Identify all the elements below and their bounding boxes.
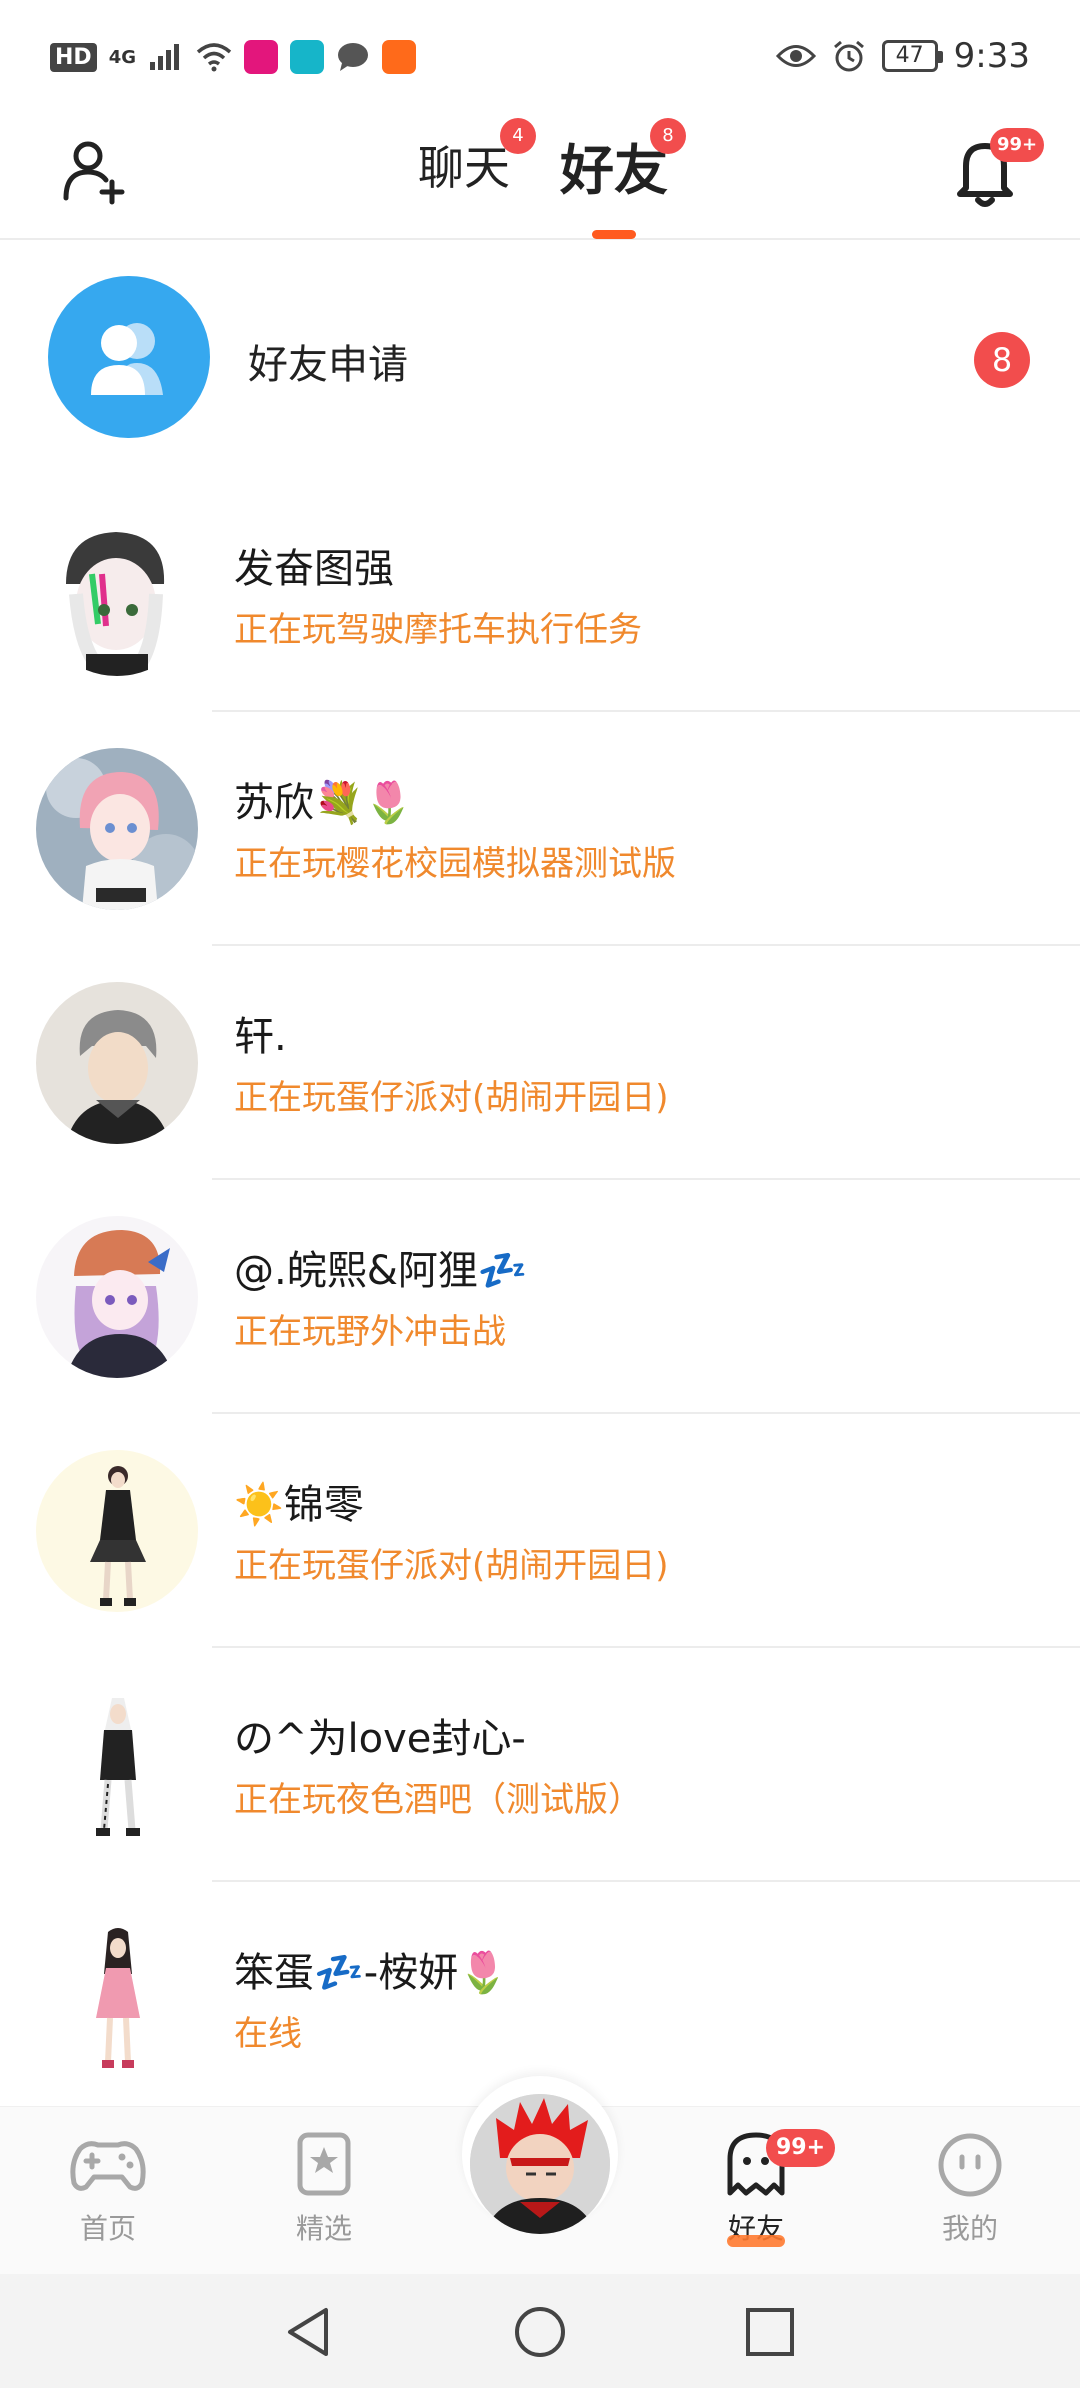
status-bar: HD 4G 47 9:33: [0, 0, 1080, 118]
message-notification-icon: [338, 43, 368, 71]
tab-chat[interactable]: 聊天: [418, 132, 510, 198]
friend-status: 正在玩蛋仔派对(胡闹开园日): [234, 1078, 669, 1118]
top-header: 聊天 4 好友 8 99+: [0, 118, 1080, 240]
center-avatar-button[interactable]: [462, 2076, 618, 2234]
friend-status: 正在玩樱花校园模拟器测试版: [234, 844, 676, 884]
friend-request-avatar: [48, 276, 210, 438]
friend-row[interactable]: 发奋图强 正在玩驾驶摩托车执行任务: [0, 478, 1080, 712]
battery-indicator: 47: [881, 40, 943, 72]
chat-unread-badge: 4: [500, 118, 536, 154]
friend-row[interactable]: の^为love封心- 正在玩夜色酒吧（测试版）: [0, 1648, 1080, 1882]
back-triangle-icon[interactable]: [282, 2304, 338, 2360]
active-tab-indicator: [592, 230, 636, 239]
friend-name: @.皖熙&阿狸💤: [234, 1248, 528, 1294]
app-notification-icon: [244, 40, 278, 74]
nav-home[interactable]: 首页: [38, 2129, 178, 2247]
friend-row[interactable]: @.皖熙&阿狸💤 正在玩野外冲击战: [0, 1180, 1080, 1414]
app-notification-icon: [382, 40, 416, 74]
friends-group-icon: [91, 323, 163, 395]
system-nav-bar: [0, 2274, 1080, 2388]
status-bar-left: HD 4G: [50, 40, 416, 74]
nav-mine-label: 我的: [941, 2212, 998, 2245]
gamepad-icon: [70, 2141, 146, 2191]
user-avatar: [470, 2094, 610, 2234]
signal-icon: [150, 44, 179, 70]
network-indicator: 4G: [108, 46, 136, 68]
friend-avatar: [36, 748, 198, 910]
friend-status: 在线: [234, 2014, 302, 2054]
wifi-icon: [196, 43, 232, 72]
friend-name: 苏欣💐🌷: [234, 780, 414, 826]
star-card-icon: [297, 2132, 351, 2196]
nav-home-label: 首页: [79, 2212, 136, 2245]
status-bar-right: 47 9:33: [775, 36, 1030, 76]
nav-featured[interactable]: 精选: [254, 2129, 394, 2247]
hd-indicator: HD: [50, 42, 97, 72]
friends-unread-badge: 8: [650, 118, 686, 154]
smiley-icon: [938, 2133, 1002, 2197]
friend-row[interactable]: 苏欣💐🌷 正在玩樱花校园模拟器测试版: [0, 712, 1080, 946]
friend-request-row[interactable]: 好友申请 8: [0, 240, 1080, 478]
friend-status: 正在玩蛋仔派对(胡闹开园日): [234, 1546, 669, 1586]
friend-status: 正在玩夜色酒吧（测试版）: [234, 1780, 642, 1820]
friend-request-label: 好友申请: [248, 342, 408, 388]
friend-request-badge: 8: [974, 332, 1030, 388]
recents-square-icon[interactable]: [742, 2304, 798, 2360]
notification-badge: 99+: [990, 128, 1045, 162]
friend-avatar: [36, 1684, 198, 1846]
header-tabs: 聊天 4 好友 8: [0, 118, 1080, 240]
nav-friends-badge: 99+: [766, 2129, 836, 2167]
friend-row[interactable]: 轩. 正在玩蛋仔派对(胡闹开园日): [0, 946, 1080, 1180]
eye-icon: [775, 45, 816, 67]
friend-status: 正在玩野外冲击战: [234, 1312, 506, 1352]
friend-name: ☀️锦零: [234, 1482, 364, 1528]
clock: 9:33: [953, 36, 1030, 76]
friend-row[interactable]: ☀️锦零 正在玩蛋仔派对(胡闹开园日): [0, 1414, 1080, 1648]
nav-mine[interactable]: 我的: [900, 2129, 1040, 2247]
friend-list: 发奋图强 正在玩驾驶摩托车执行任务 苏欣💐🌷 正在玩樱花校园模拟器测试版 轩. …: [0, 478, 1080, 2116]
friend-name: 发奋图强: [234, 546, 394, 592]
friend-avatar: [36, 982, 198, 1144]
friend-name: 轩.: [234, 1014, 287, 1060]
app-notification-icon: [290, 40, 324, 74]
friend-avatar: [36, 1216, 198, 1378]
nav-friends[interactable]: 好友 99+: [686, 2129, 836, 2247]
friend-name: の^为love封心-: [234, 1716, 526, 1762]
friend-status: 正在玩驾驶摩托车执行任务: [234, 610, 642, 650]
nav-featured-label: 精选: [295, 2212, 352, 2245]
active-nav-indicator: [727, 2235, 785, 2247]
friend-avatar: [36, 1450, 198, 1612]
alarm-icon: [833, 40, 864, 72]
friend-avatar: [36, 514, 198, 676]
home-circle-icon[interactable]: [512, 2304, 568, 2360]
friend-avatar: [36, 1918, 198, 2080]
friend-name: 笨蛋💤-桉妍🌷: [234, 1950, 509, 1996]
